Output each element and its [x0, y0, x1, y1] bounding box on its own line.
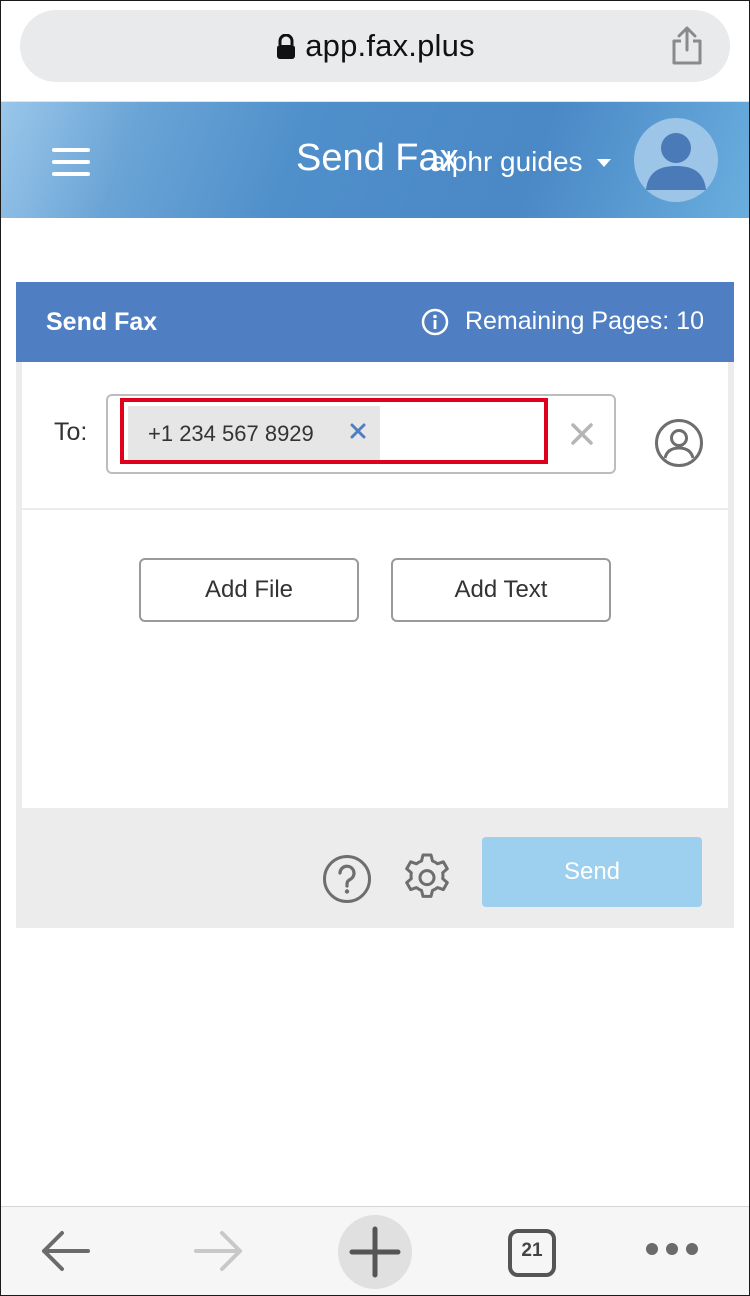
new-tab-button[interactable] [338, 1215, 412, 1289]
remaining-pages-text: Remaining Pages: 10 [464, 307, 704, 335]
recipient-input[interactable]: +1 234 567 8929 [106, 394, 616, 474]
to-label: To: [54, 418, 88, 446]
browser-address-area: app.fax.plus [0, 0, 750, 102]
avatar-icon [646, 133, 706, 190]
card-header: Send Fax Remaining Pages: 10 [16, 282, 734, 362]
help-icon[interactable] [322, 854, 372, 904]
avatar[interactable] [634, 118, 718, 202]
user-menu[interactable]: alphr guides [430, 146, 611, 178]
add-text-button[interactable]: Add Text [391, 558, 611, 622]
card-title: Send Fax [46, 308, 158, 336]
chip-remove-icon[interactable] [350, 423, 366, 439]
send-button[interactable]: Send [482, 837, 702, 907]
recipient-number: +1 234 567 8929 [148, 421, 314, 446]
tabs-button[interactable]: 21 [506, 1227, 558, 1279]
contact-icon[interactable] [654, 418, 704, 468]
remaining-pages: Remaining Pages: 10 [421, 307, 704, 336]
new-tab-icon [349, 1226, 401, 1278]
forward-icon[interactable] [192, 1225, 246, 1277]
tabs-count: 21 [521, 1240, 543, 1261]
gear-icon[interactable] [402, 852, 452, 904]
card-footer: Send [16, 808, 734, 928]
address-url: app.fax.plus [305, 28, 475, 63]
address-bar[interactable]: app.fax.plus [20, 10, 730, 82]
chevron-down-icon [596, 159, 611, 167]
recipient-chip[interactable]: +1 234 567 8929 [128, 406, 380, 462]
clear-icon[interactable] [570, 422, 594, 446]
send-fax-card: Send Fax Remaining Pages: 10 To: +1 234 … [16, 282, 734, 928]
browser-toolbar: 21 [0, 1206, 750, 1296]
user-name: alphr guides [430, 146, 583, 177]
more-icon[interactable] [644, 1241, 700, 1257]
back-icon[interactable] [38, 1225, 92, 1277]
share-icon[interactable] [670, 26, 704, 66]
hamburger-icon[interactable] [52, 148, 92, 176]
lock-icon [277, 34, 296, 59]
info-icon[interactable] [421, 308, 449, 336]
recipient-section: To: +1 234 567 8929 [22, 362, 728, 508]
add-file-button[interactable]: Add File [139, 558, 359, 622]
content-section: Add File Add Text [22, 510, 728, 808]
app-header: Send Fax alphr guides [0, 102, 750, 218]
